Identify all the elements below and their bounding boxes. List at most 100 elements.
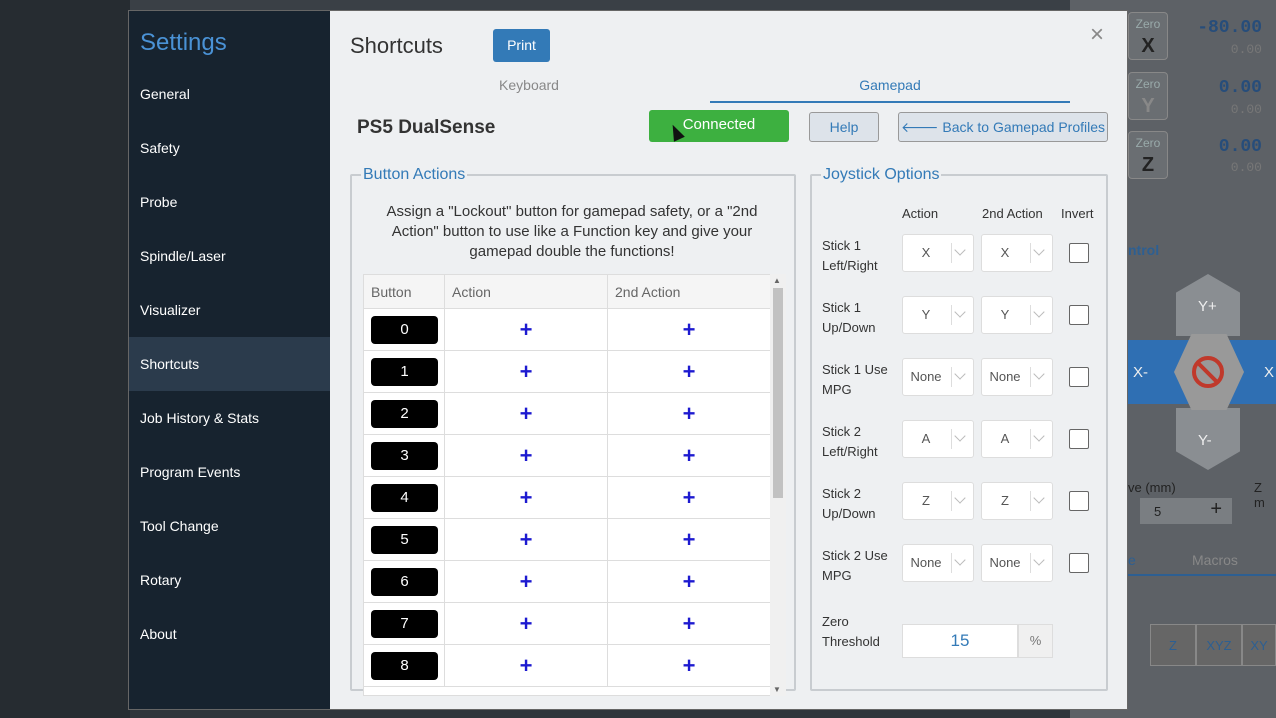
invert-checkbox[interactable] [1069, 553, 1089, 573]
close-icon[interactable]: × [1087, 23, 1107, 47]
chevron-down-icon [1033, 306, 1045, 318]
sidebar-item-safety[interactable]: Safety [129, 121, 330, 175]
plus-icon[interactable]: + [1210, 498, 1222, 521]
add-second-action-icon[interactable]: + [674, 315, 704, 345]
sidebar-item-spindle-laser[interactable]: Spindle/Laser [129, 229, 330, 283]
add-second-action-icon[interactable]: + [674, 441, 704, 471]
add-second-action-icon[interactable]: + [674, 483, 704, 513]
invert-checkbox[interactable] [1069, 367, 1089, 387]
zero-y-button[interactable]: Zero Y [1128, 72, 1168, 120]
joystick-action-select[interactable]: A [902, 420, 974, 458]
table-row: 4 + + [364, 477, 770, 519]
add-second-action-icon[interactable]: + [674, 399, 704, 429]
page-title: Shortcuts [350, 33, 443, 58]
zero-x-button[interactable]: Zero X [1128, 12, 1168, 60]
joystick-second-action-select[interactable]: Y [981, 296, 1053, 334]
sidebar-item-probe[interactable]: Probe [129, 175, 330, 229]
column-header-button: Button [364, 275, 444, 309]
settings-modal: Settings General Safety Probe Spindle/La… [128, 10, 1128, 710]
joystick-action-select[interactable]: None [902, 358, 974, 396]
add-action-icon[interactable]: + [511, 357, 541, 387]
add-action-icon[interactable]: + [511, 483, 541, 513]
select-value: X [1000, 245, 1010, 260]
add-action-icon[interactable]: + [511, 609, 541, 639]
joystick-action-select[interactable]: Y [902, 296, 974, 334]
axis-y-value: 0.00 [1218, 78, 1262, 98]
tab-macros[interactable]: Macros [1192, 552, 1238, 568]
invert-checkbox[interactable] [1069, 491, 1089, 511]
joystick-second-action-select[interactable]: X [981, 234, 1053, 272]
chevron-down-icon [1033, 430, 1045, 442]
sidebar-item-job-history[interactable]: Job History & Stats [129, 391, 330, 445]
jog-y-plus-label: Y+ [1198, 298, 1217, 315]
sidebar-item-program-events[interactable]: Program Events [129, 445, 330, 499]
chevron-down-icon [954, 554, 966, 566]
add-action-icon[interactable]: + [511, 567, 541, 597]
select-value: None [910, 555, 942, 570]
add-action-icon[interactable]: + [511, 651, 541, 681]
sidebar-item-visualizer[interactable]: Visualizer [129, 283, 330, 337]
joystick-second-action-select[interactable]: None [981, 358, 1053, 396]
second-action-cell: + [607, 603, 770, 645]
back-to-profiles-button[interactable]: 🡐 Back to Gamepad Profiles [898, 112, 1108, 142]
joystick-action-select[interactable]: X [902, 234, 974, 272]
sidebar-item-tool-change[interactable]: Tool Change [129, 499, 330, 553]
add-second-action-icon[interactable]: + [674, 609, 704, 639]
scroll-up-icon[interactable]: ▲ [773, 276, 781, 285]
move-distance-value: 5 [1154, 504, 1162, 519]
column-header-action: Action [902, 206, 939, 221]
table-scrollbar[interactable]: ▲ ▼ [770, 274, 786, 696]
jog-control-title: ntrol [1128, 242, 1160, 258]
gamepad-button-badge: 4 [371, 484, 438, 512]
action-cell: + [444, 435, 607, 477]
sidebar-item-rotary[interactable]: Rotary [129, 553, 330, 607]
axis-z-machine: 0.00 [1230, 160, 1262, 175]
invert-checkbox[interactable] [1069, 305, 1089, 325]
second-action-cell: + [607, 435, 770, 477]
joystick-second-action-select[interactable]: A [981, 420, 1053, 458]
add-second-action-icon[interactable]: + [674, 567, 704, 597]
tab-keyboard[interactable]: Keyboard [459, 77, 599, 103]
joystick-action-select[interactable]: Z [902, 482, 974, 520]
select-value: A [921, 431, 931, 446]
tab-gamepad[interactable]: Gamepad [710, 77, 1070, 103]
add-second-action-icon[interactable]: + [674, 525, 704, 555]
invert-checkbox[interactable] [1069, 429, 1089, 449]
second-action-cell: + [607, 519, 770, 561]
scroll-down-icon[interactable]: ▼ [773, 685, 781, 694]
joystick-second-action-select[interactable]: None [981, 544, 1053, 582]
view-xy-button[interactable]: XY [1242, 624, 1276, 666]
add-second-action-icon[interactable]: + [674, 651, 704, 681]
sidebar-item-about[interactable]: About [129, 607, 330, 661]
add-action-icon[interactable]: + [511, 315, 541, 345]
second-action-cell: + [607, 309, 770, 351]
zero-threshold-input[interactable]: 15 [902, 624, 1018, 658]
axis-x-value: -80.00 [1197, 18, 1262, 38]
move-distance-label: ve (mm) [1128, 480, 1176, 495]
tab-probe[interactable]: e [1128, 552, 1136, 568]
help-button[interactable]: Help [809, 112, 879, 142]
sidebar-item-general[interactable]: General [129, 67, 330, 121]
action-cell: + [444, 561, 607, 603]
add-action-icon[interactable]: + [511, 399, 541, 429]
joystick-action-select[interactable]: None [902, 544, 974, 582]
zero-threshold-unit: % [1018, 624, 1053, 658]
add-second-action-icon[interactable]: + [674, 357, 704, 387]
sidebar-item-shortcuts[interactable]: Shortcuts [129, 337, 330, 391]
view-xyz-button[interactable]: XYZ [1196, 624, 1242, 666]
view-z-button[interactable]: Z [1150, 624, 1196, 666]
add-action-icon[interactable]: + [511, 441, 541, 471]
chevron-down-icon [1033, 554, 1045, 566]
print-button[interactable]: Print [493, 29, 550, 62]
gamepad-button-badge: 0 [371, 316, 438, 344]
joystick-second-action-select[interactable]: Z [981, 482, 1053, 520]
scroll-thumb[interactable] [773, 288, 783, 498]
move-distance-input[interactable]: 5 + [1140, 498, 1232, 524]
chevron-down-icon [1033, 492, 1045, 504]
joystick-options-legend: Joystick Options [823, 166, 940, 183]
zero-z-button[interactable]: Zero Z [1128, 131, 1168, 179]
invert-checkbox[interactable] [1069, 243, 1089, 263]
joystick-row-label: Stick 1 Use MPG [822, 362, 888, 397]
axis-y-machine: 0.00 [1230, 102, 1262, 117]
add-action-icon[interactable]: + [511, 525, 541, 555]
